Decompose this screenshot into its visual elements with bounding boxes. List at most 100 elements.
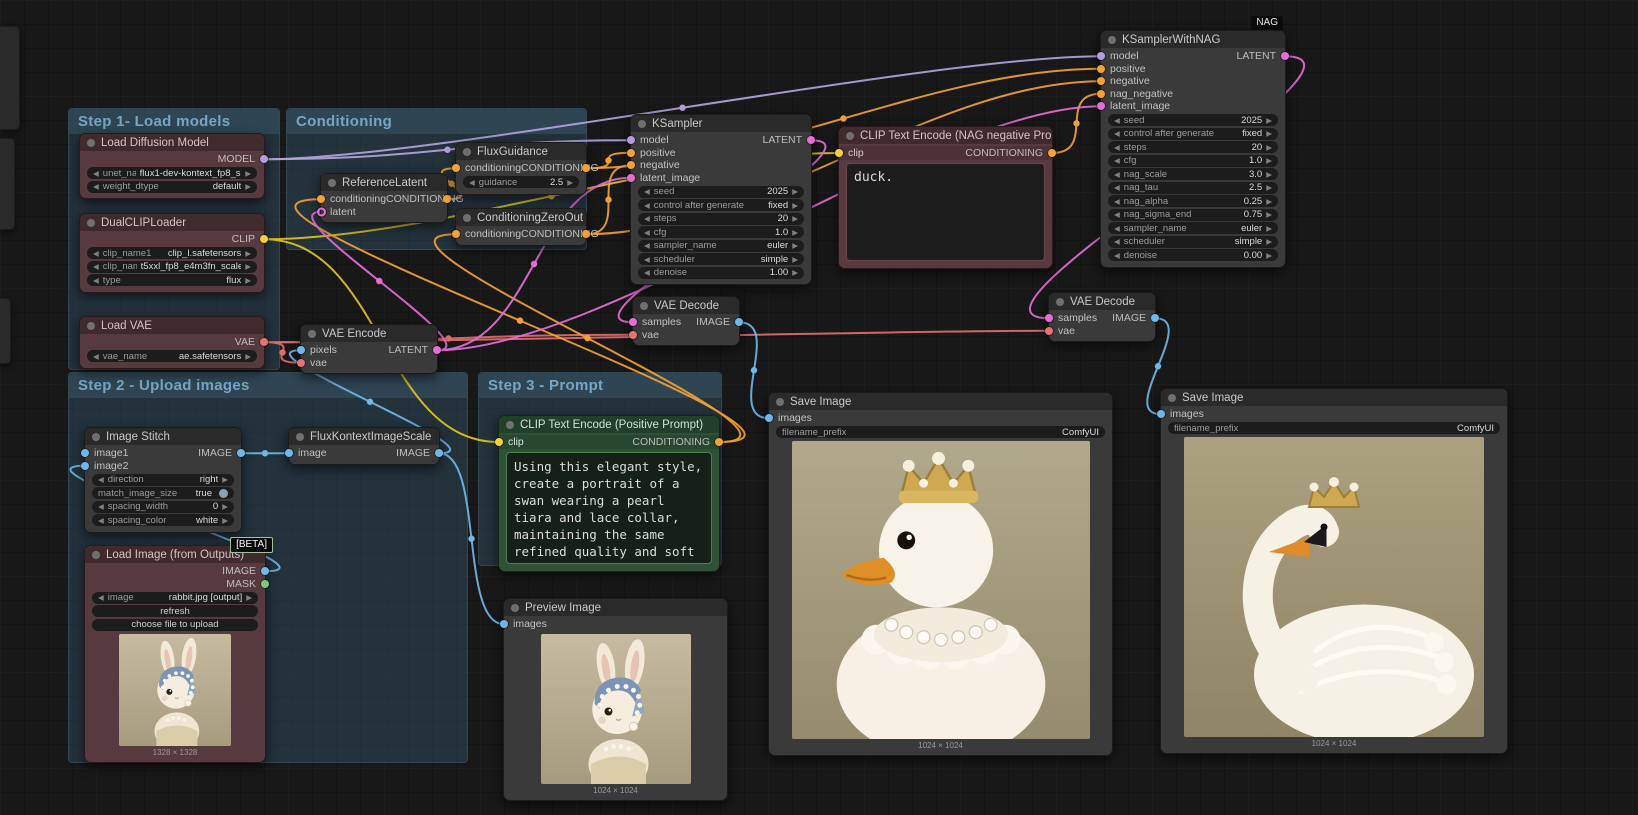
output-port-image[interactable] — [735, 318, 743, 326]
input-port-model[interactable] — [1097, 52, 1105, 60]
nag-alpha-widget[interactable]: ◀nag_alpha0.25▶ — [1108, 195, 1278, 207]
increment-arrow-icon[interactable]: ▶ — [792, 228, 798, 237]
choose-file-to-upload-button[interactable]: choose file to upload — [92, 619, 258, 631]
node-titlebar[interactable]: ConditioningZeroOut — [456, 209, 586, 226]
node-titlebar[interactable]: VAE Decode — [1049, 293, 1155, 310]
sampler-name-widget[interactable]: ◀sampler_nameeuler▶ — [638, 240, 804, 252]
collapse-dot-icon[interactable] — [92, 433, 100, 441]
unet-name-widget[interactable]: ◀unet_nameflux1-dev-kontext_fp8_scaled.s… — [87, 167, 257, 179]
input-port-conditioning[interactable] — [452, 230, 460, 238]
decrement-arrow-icon[interactable]: ◀ — [1114, 197, 1120, 206]
cfg-widget[interactable]: ◀cfg1.0▶ — [638, 226, 804, 238]
node-titlebar[interactable]: VAE Decode — [633, 297, 739, 314]
increment-arrow-icon[interactable]: ▶ — [1266, 210, 1272, 219]
denoise-widget[interactable]: ◀denoise0.00▶ — [1108, 249, 1278, 261]
node-load-diffusion-model[interactable]: Load Diffusion ModelMODEL◀unet_nameflux1… — [79, 133, 265, 199]
output-port-conditioning[interactable] — [582, 230, 590, 238]
decrement-arrow-icon[interactable]: ◀ — [644, 228, 650, 237]
seed-widget[interactable]: ◀seed2025▶ — [638, 186, 804, 198]
seed-widget[interactable]: ◀seed2025▶ — [1108, 114, 1278, 126]
input-port-image1[interactable] — [81, 449, 89, 457]
refresh-button[interactable]: refresh — [92, 605, 258, 617]
collapse-dot-icon[interactable] — [328, 179, 336, 187]
decrement-arrow-icon[interactable]: ◀ — [1114, 116, 1120, 125]
image-widget[interactable]: ◀imagerabbit.jpg [output]▶ — [92, 592, 258, 604]
collapse-dot-icon[interactable] — [511, 604, 519, 612]
increment-arrow-icon[interactable]: ▶ — [222, 475, 228, 484]
increment-arrow-icon[interactable]: ▶ — [792, 268, 798, 277]
increment-arrow-icon[interactable]: ▶ — [792, 214, 798, 223]
spacing-width-widget[interactable]: ◀spacing_width0▶ — [92, 501, 234, 513]
decrement-arrow-icon[interactable]: ◀ — [93, 262, 99, 271]
input-port-image[interactable] — [285, 449, 293, 457]
node-titlebar[interactable]: VAE Encode — [301, 325, 437, 342]
collapse-dot-icon[interactable] — [308, 330, 316, 338]
prompt-textarea[interactable]: Using this elegant style, create a portr… — [506, 452, 712, 564]
decrement-arrow-icon[interactable]: ◀ — [644, 241, 650, 250]
input-port-images[interactable] — [765, 414, 773, 422]
steps-widget[interactable]: ◀steps20▶ — [1108, 141, 1278, 153]
decrement-arrow-icon[interactable]: ◀ — [1114, 170, 1120, 179]
node-vae-decode[interactable]: VAE DecodesamplesIMAGEvae — [1048, 292, 1156, 342]
collapse-dot-icon[interactable] — [846, 132, 854, 140]
node-vae-decode[interactable]: VAE DecodesamplesIMAGEvae — [632, 296, 740, 346]
node-dualcliploader[interactable]: DualCLIPLoaderCLIP◀clip_name1clip_l.safe… — [79, 213, 265, 293]
decrement-arrow-icon[interactable]: ◀ — [1114, 156, 1120, 165]
decrement-arrow-icon[interactable]: ◀ — [1114, 224, 1120, 233]
increment-arrow-icon[interactable]: ▶ — [245, 182, 251, 191]
denoise-widget[interactable]: ◀denoise1.00▶ — [638, 267, 804, 279]
increment-arrow-icon[interactable]: ▶ — [1266, 197, 1272, 206]
nag-tau-widget[interactable]: ◀nag_tau2.5▶ — [1108, 182, 1278, 194]
increment-arrow-icon[interactable]: ▶ — [245, 169, 251, 178]
vae-name-widget[interactable]: ◀vae_nameae.safetensors▶ — [87, 350, 257, 362]
input-port-image2[interactable] — [81, 462, 89, 470]
input-port-clip[interactable] — [835, 149, 843, 157]
decrement-arrow-icon[interactable]: ◀ — [469, 178, 475, 187]
output-port-conditioning[interactable] — [582, 164, 590, 172]
decrement-arrow-icon[interactable]: ◀ — [1114, 183, 1120, 192]
output-port-image[interactable] — [261, 567, 269, 575]
guidance-widget[interactable]: ◀guidance2.5▶ — [463, 176, 579, 188]
node-fluxkontextimagescale[interactable]: FluxKontextImageScaleimageIMAGE — [288, 427, 440, 465]
output-port-image[interactable] — [1151, 314, 1159, 322]
node-titlebar[interactable]: FluxGuidance — [456, 143, 586, 160]
node-referencelatent[interactable]: ReferenceLatentconditioningCONDITIONINGl… — [320, 173, 448, 223]
input-port-images[interactable] — [500, 620, 508, 628]
decrement-arrow-icon[interactable]: ◀ — [1114, 129, 1120, 138]
input-port-model[interactable] — [627, 136, 635, 144]
input-port-samples[interactable] — [1045, 314, 1053, 322]
type-widget[interactable]: ◀typeflux▶ — [87, 274, 257, 286]
node-titlebar[interactable]: KSampler — [631, 115, 811, 132]
decrement-arrow-icon[interactable]: ◀ — [644, 268, 650, 277]
node-titlebar[interactable]: Save Image — [1161, 389, 1507, 406]
node-titlebar[interactable]: Save Image — [769, 393, 1112, 410]
steps-widget[interactable]: ◀steps20▶ — [638, 213, 804, 225]
decrement-arrow-icon[interactable]: ◀ — [98, 475, 104, 484]
output-port-latent[interactable] — [1281, 52, 1289, 60]
filename-prefix-widget[interactable]: filename_prefixComfyUI — [1168, 422, 1500, 434]
decrement-arrow-icon[interactable]: ◀ — [1114, 237, 1120, 246]
direction-widget[interactable]: ◀directionright▶ — [92, 474, 234, 486]
clip-name1-widget[interactable]: ◀clip_name1clip_l.safetensors▶ — [87, 247, 257, 259]
increment-arrow-icon[interactable]: ▶ — [792, 255, 798, 264]
increment-arrow-icon[interactable]: ▶ — [1266, 143, 1272, 152]
increment-arrow-icon[interactable]: ▶ — [1266, 224, 1272, 233]
input-port-pixels[interactable] — [297, 346, 305, 354]
collapse-dot-icon[interactable] — [638, 120, 646, 128]
input-port-vae[interactable] — [629, 331, 637, 339]
input-port-negative[interactable] — [1097, 77, 1105, 85]
node-titlebar[interactable]: Load VAE — [80, 317, 264, 334]
output-port-latent[interactable] — [807, 136, 815, 144]
decrement-arrow-icon[interactable]: ◀ — [93, 169, 99, 178]
node-image-stitch[interactable]: Image Stitchimage1IMAGEimage2◀directionr… — [84, 427, 242, 533]
increment-arrow-icon[interactable]: ▶ — [246, 593, 252, 602]
node-titlebar[interactable]: Image Stitch — [85, 428, 241, 445]
increment-arrow-icon[interactable]: ▶ — [245, 249, 251, 258]
decrement-arrow-icon[interactable]: ◀ — [644, 214, 650, 223]
node-ksampler[interactable]: KSamplermodelLATENTpositivenegativelaten… — [630, 114, 812, 285]
collapse-dot-icon[interactable] — [92, 551, 100, 559]
toggle-knob[interactable] — [219, 489, 228, 498]
scheduler-widget[interactable]: ◀schedulersimple▶ — [1108, 236, 1278, 248]
weight-dtype-widget[interactable]: ◀weight_dtypedefault▶ — [87, 181, 257, 193]
match-image-size-widget[interactable]: match_image_sizetrue — [92, 487, 234, 499]
